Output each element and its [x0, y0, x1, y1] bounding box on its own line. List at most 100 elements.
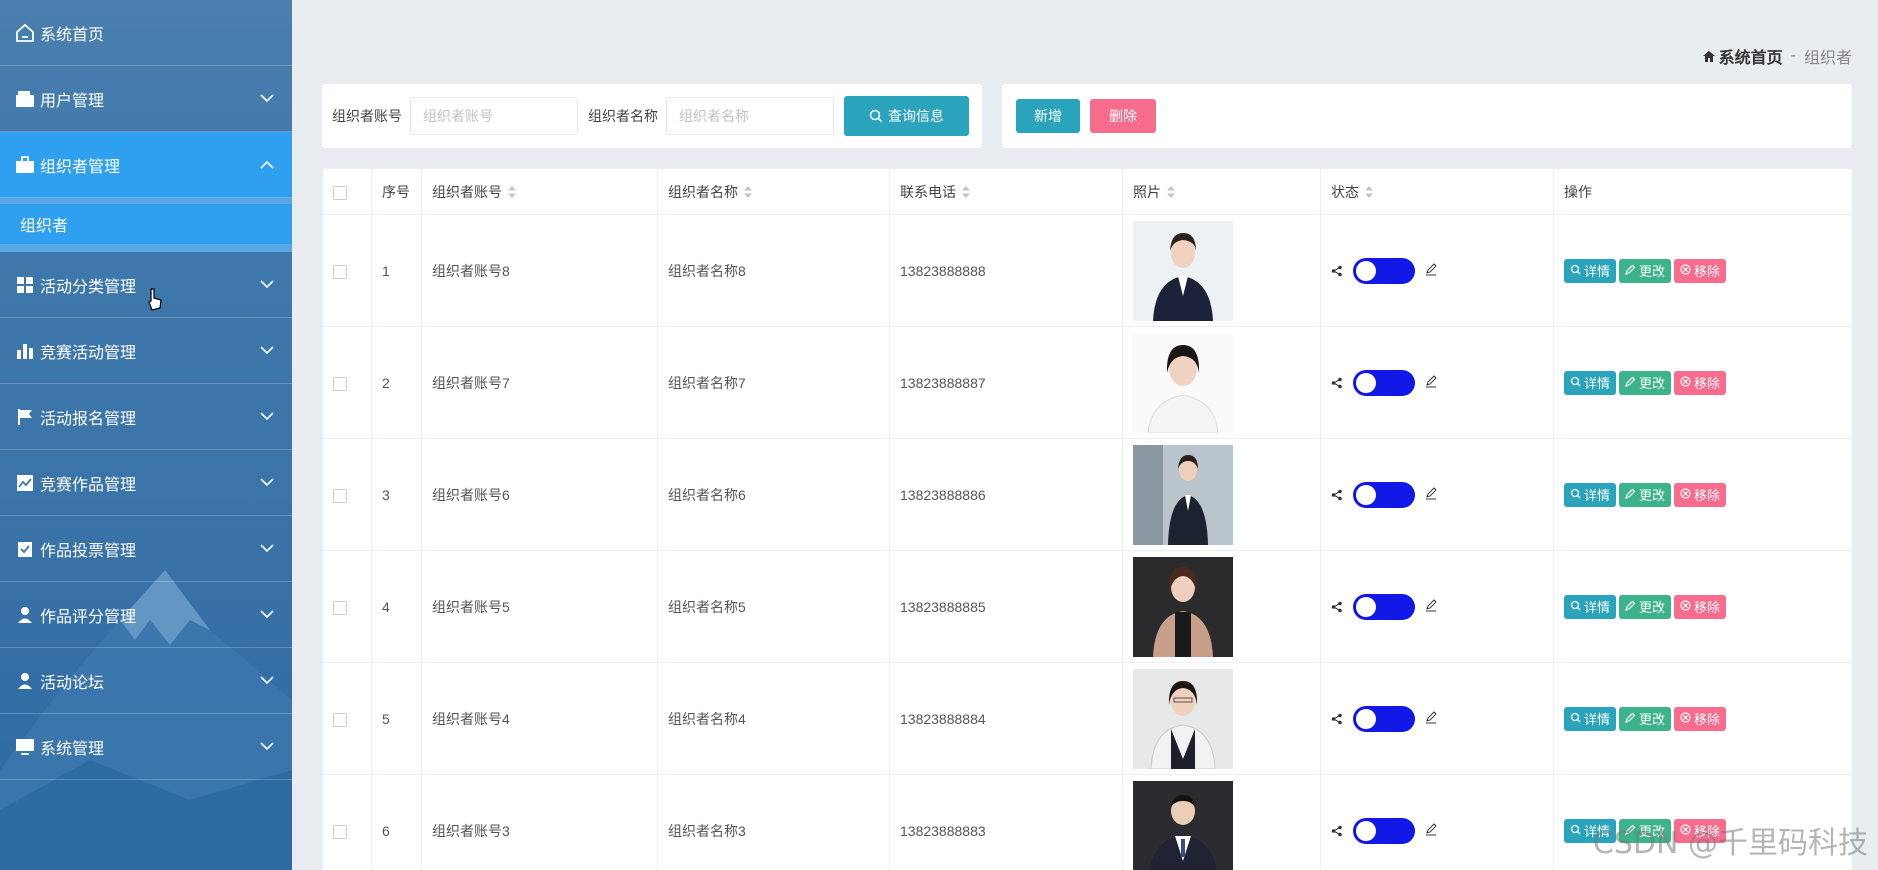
submenu: 组织者 — [0, 198, 292, 252]
remove-button[interactable]: 移除 — [1674, 482, 1727, 507]
status-toggle[interactable] — [1353, 257, 1415, 284]
detail-button[interactable]: 详情 — [1564, 258, 1617, 283]
sidebar-item-organizer-management[interactable]: 组织者管理 — [0, 132, 292, 198]
edit-icon — [1625, 487, 1636, 502]
share-icon — [1331, 265, 1343, 277]
sidebar-subitem-organizer[interactable]: 组织者 — [0, 204, 292, 244]
organizer-table: 序号 组织者账号 组织者名称 联系电话 照片 状态 操作 1 组织者账号8 组织… — [322, 168, 1852, 870]
sidebar-item-activity-forum[interactable]: 活动论坛 — [0, 648, 292, 714]
sidebar-item-system-management[interactable]: 系统管理 — [0, 714, 292, 780]
account-search-input[interactable] — [410, 97, 578, 135]
detail-button[interactable]: 详情 — [1564, 482, 1617, 507]
pencil-icon — [1425, 486, 1437, 503]
grid-icon — [14, 274, 36, 296]
header-label: 组织者名称 — [668, 183, 738, 200]
organizer-photo[interactable] — [1133, 220, 1233, 321]
row-actions-cell: 详情 更改 移除 — [1553, 326, 1852, 439]
detail-button[interactable]: 详情 — [1564, 706, 1617, 731]
delete-button[interactable]: 删除 — [1090, 99, 1156, 133]
remove-button[interactable]: 移除 — [1674, 706, 1727, 731]
table-row: 4 组织者账号5 组织者名称5 13823888885 详情 更改 移除 — [322, 550, 1852, 663]
status-toggle[interactable] — [1353, 705, 1415, 732]
breadcrumb-separator: - — [1790, 47, 1796, 64]
organizer-photo[interactable] — [1133, 780, 1233, 870]
organizer-photo[interactable] — [1133, 556, 1233, 657]
organizer-photo[interactable] — [1133, 668, 1233, 769]
edit-button[interactable]: 更改 — [1619, 706, 1672, 731]
row-status-cell — [1320, 214, 1554, 327]
row-select-cell — [322, 214, 372, 327]
remove-label: 移除 — [1694, 488, 1721, 503]
sort-icon[interactable] — [508, 185, 516, 201]
add-button[interactable]: 新增 — [1016, 99, 1080, 133]
breadcrumb-home[interactable]: 系统首页 — [1702, 44, 1783, 68]
status-toggle[interactable] — [1353, 593, 1415, 620]
sidebar-item-label: 组织者管理 — [40, 158, 121, 176]
sidebar: 系统首页 用户管理 组织者管理 组织者 活动分类管理 竞赛活动管理 活动报名管理… — [0, 0, 292, 870]
header-name[interactable]: 组织者名称 — [657, 168, 890, 215]
toggle-knob — [1356, 260, 1376, 281]
row-status-cell — [1320, 550, 1554, 663]
user-icon — [14, 604, 36, 626]
toggle-knob — [1356, 372, 1376, 393]
row-checkbox[interactable] — [333, 824, 347, 839]
account-label: 组织者账号 — [332, 108, 402, 124]
sidebar-item-activity-registration[interactable]: 活动报名管理 — [0, 384, 292, 450]
row-checkbox[interactable] — [333, 488, 347, 503]
header-photo[interactable]: 照片 — [1122, 168, 1321, 215]
remove-button[interactable]: 移除 — [1674, 594, 1727, 619]
status-toggle[interactable] — [1353, 369, 1415, 396]
edit-button[interactable]: 更改 — [1619, 258, 1672, 283]
breadcrumb-current: 组织者 — [1803, 50, 1852, 67]
row-select-cell — [322, 662, 372, 775]
sort-icon[interactable] — [744, 185, 752, 201]
detail-button[interactable]: 详情 — [1564, 370, 1617, 395]
row-checkbox[interactable] — [333, 264, 347, 279]
status-toggle[interactable] — [1353, 481, 1415, 508]
select-all-checkbox[interactable] — [333, 185, 347, 200]
row-actions-cell: 详情 更改 移除 — [1553, 214, 1852, 327]
pencil-icon — [1425, 710, 1437, 727]
status-toggle[interactable] — [1353, 817, 1415, 844]
row-checkbox[interactable] — [333, 376, 347, 391]
user-icon — [14, 670, 36, 692]
chevron-down-icon — [252, 275, 282, 295]
sort-icon[interactable] — [1365, 185, 1373, 201]
remove-button[interactable]: 移除 — [1674, 258, 1727, 283]
sort-icon[interactable] — [962, 185, 970, 201]
organizer-photo[interactable] — [1133, 444, 1233, 545]
row-phone: 13823888886 — [889, 438, 1123, 551]
row-name: 组织者名称3 — [657, 774, 890, 870]
sidebar-item-home[interactable]: 系统首页 — [0, 0, 292, 66]
header-status[interactable]: 状态 — [1320, 168, 1554, 215]
row-select-cell — [322, 326, 372, 439]
header-label: 组织者账号 — [432, 183, 502, 200]
edit-button[interactable]: 更改 — [1619, 370, 1672, 395]
sidebar-item-work-scoring[interactable]: 作品评分管理 — [0, 582, 292, 648]
row-photo-cell — [1122, 550, 1321, 663]
row-account: 组织者账号5 — [421, 550, 658, 663]
name-search-input[interactable] — [666, 97, 834, 135]
header-account[interactable]: 组织者账号 — [421, 168, 658, 215]
detail-button[interactable]: 详情 — [1564, 594, 1617, 619]
header-phone[interactable]: 联系电话 — [889, 168, 1123, 215]
search-button[interactable]: 查询信息 — [844, 96, 969, 136]
toggle-knob — [1356, 596, 1376, 617]
sort-icon[interactable] — [1167, 185, 1175, 201]
row-account: 组织者账号6 — [421, 438, 658, 551]
organizer-photo[interactable] — [1133, 332, 1233, 433]
row-checkbox[interactable] — [333, 712, 347, 727]
sidebar-item-user-management[interactable]: 用户管理 — [0, 66, 292, 132]
remove-button[interactable]: 移除 — [1674, 370, 1727, 395]
sidebar-item-work-voting[interactable]: 作品投票管理 — [0, 516, 292, 582]
row-checkbox[interactable] — [333, 600, 347, 615]
sidebar-item-competition-works[interactable]: 竞赛作品管理 — [0, 450, 292, 516]
row-index: 5 — [371, 662, 422, 775]
edit-button[interactable]: 更改 — [1619, 482, 1672, 507]
edit-button[interactable]: 更改 — [1619, 594, 1672, 619]
sidebar-item-competition-activity[interactable]: 竞赛活动管理 — [0, 318, 292, 384]
row-index: 3 — [371, 438, 422, 551]
row-account: 组织者账号4 — [421, 662, 658, 775]
edit-label: 更改 — [1639, 376, 1666, 391]
detail-label: 详情 — [1584, 376, 1611, 391]
